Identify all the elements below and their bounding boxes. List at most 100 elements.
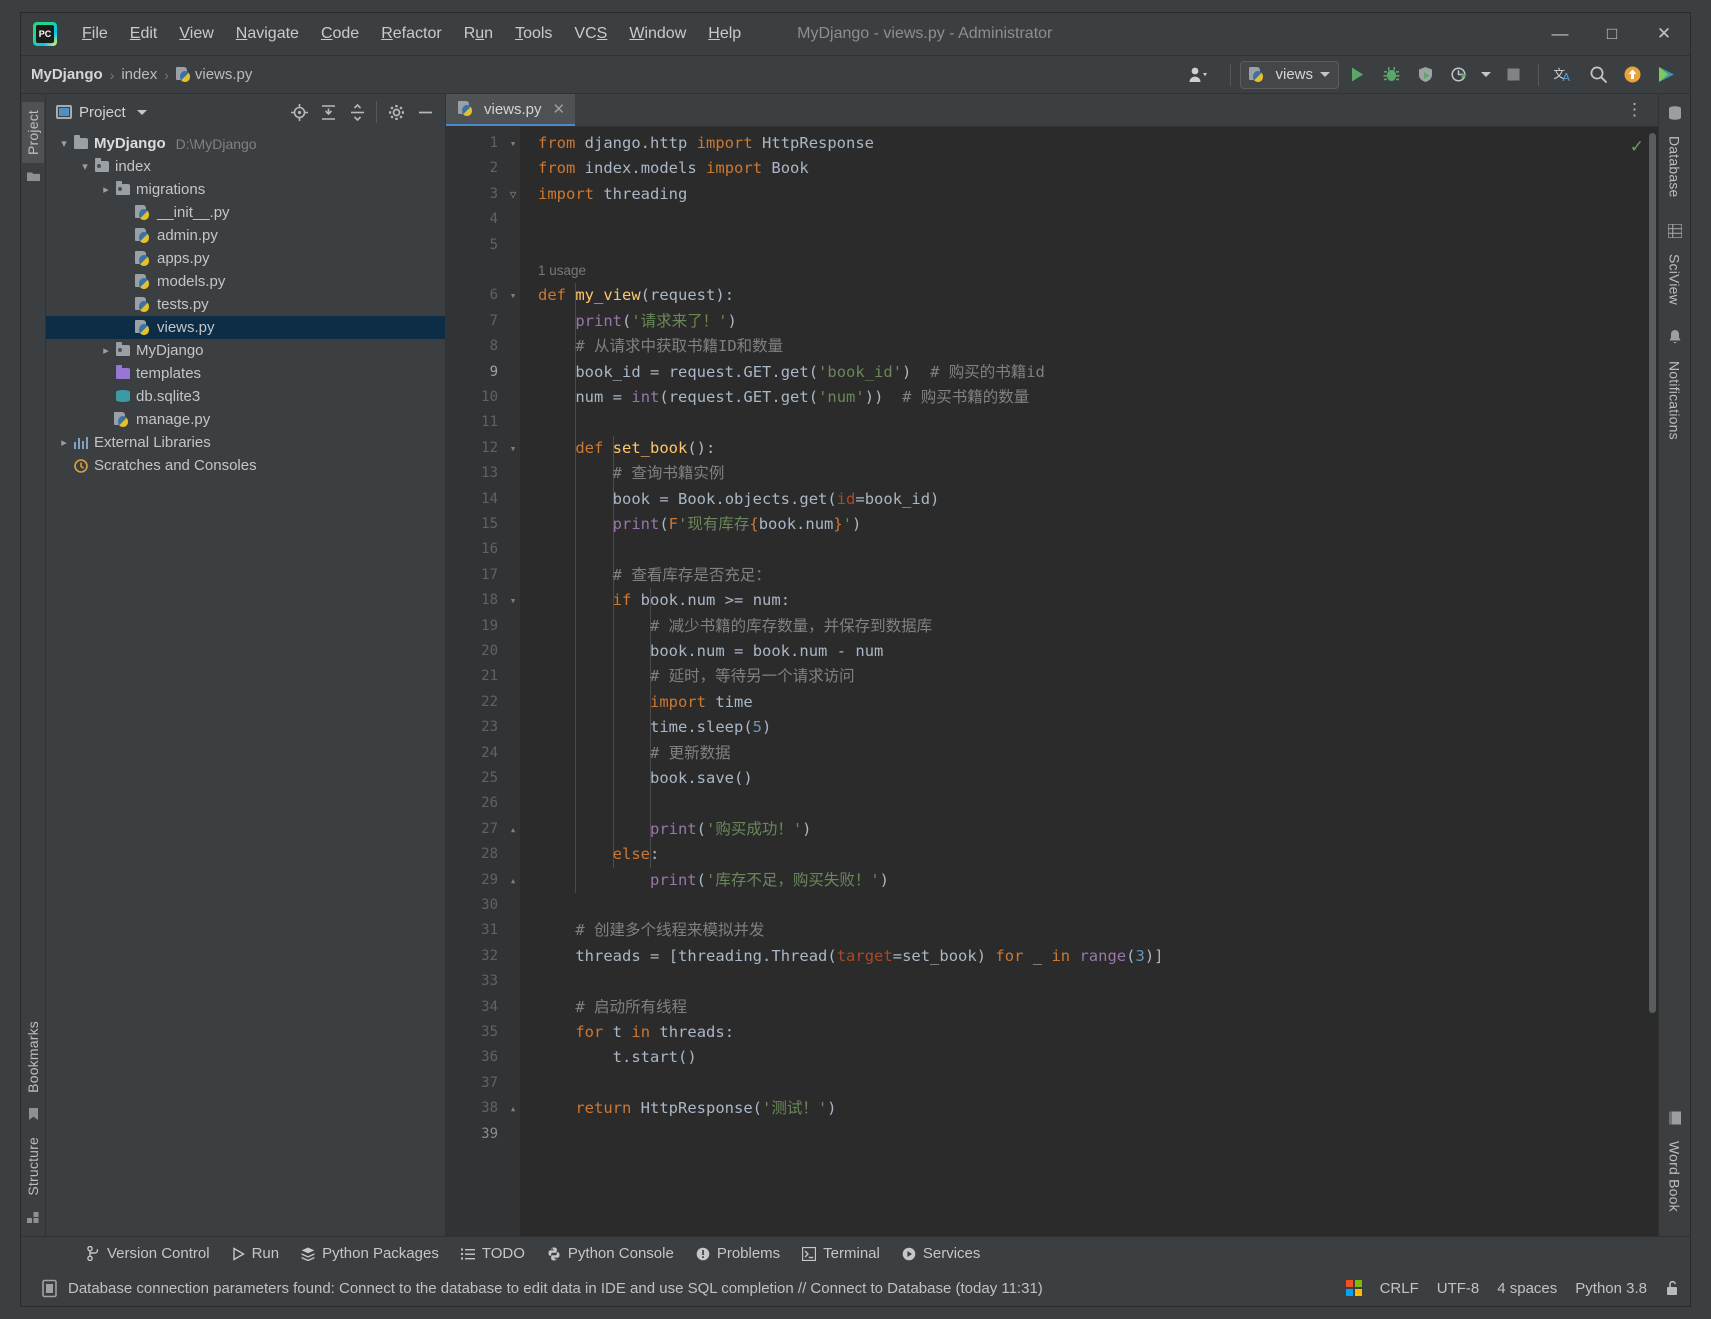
inspection-status-icon[interactable]: ✓: [1630, 137, 1644, 157]
project-panel-tools: [285, 99, 439, 125]
tree-item-apps-py[interactable]: apps.py: [46, 247, 445, 270]
sidebar-item-structure[interactable]: Structure: [22, 1129, 44, 1204]
sciview-icon[interactable]: [1667, 223, 1682, 238]
tree-item-migrations[interactable]: ▸ migrations: [46, 178, 445, 201]
collapse-all-button[interactable]: [343, 99, 371, 125]
maximize-button[interactable]: □: [1586, 13, 1638, 55]
tree-expander-icon[interactable]: ▾: [77, 160, 93, 173]
tree-item-db-sqlite3[interactable]: db.sqlite3: [46, 385, 445, 408]
tool-window-bar[interactable]: Version Control Run Python Packages TODO Pyt…: [21, 1236, 1690, 1270]
tree-item-manage-py[interactable]: manage.py: [46, 408, 445, 431]
sidebar-item-notifications[interactable]: Notifications: [1664, 353, 1686, 448]
menu-tools[interactable]: Tools: [504, 21, 563, 47]
tree-item-mydjango[interactable]: ▾ MyDjango D:\MyDjango: [46, 132, 445, 155]
code-scroll-area[interactable]: 1 ▾ from django.http import HttpResponse 2 f…: [446, 127, 1658, 1236]
indent-label[interactable]: 4 spaces: [1497, 1280, 1557, 1297]
tree-item-mydjango[interactable]: ▸ MyDjango: [46, 339, 445, 362]
close-button[interactable]: ✕: [1638, 13, 1690, 55]
database-notification-icon[interactable]: [41, 1279, 58, 1298]
tree-item-templates[interactable]: templates: [46, 362, 445, 385]
run-with-coverage-button[interactable]: [1409, 60, 1441, 90]
account-button[interactable]: [1177, 60, 1221, 90]
debug-button[interactable]: [1375, 60, 1407, 90]
database-icon: [114, 390, 132, 403]
tree-item-scratches-and-consoles[interactable]: Scratches and Consoles: [46, 454, 445, 477]
tab-views-py[interactable]: views.py ✕: [446, 94, 576, 126]
sidebar-item-database[interactable]: Database: [1664, 128, 1686, 206]
tool-window-terminal[interactable]: Terminal: [792, 1241, 890, 1266]
word-book-icon[interactable]: [1668, 1111, 1682, 1125]
tree-item-admin-py[interactable]: admin.py: [46, 224, 445, 247]
menu-navigate[interactable]: Navigate: [225, 21, 310, 47]
folder-module-icon: [114, 342, 132, 356]
sidebar-item-bookmarks[interactable]: Bookmarks: [22, 1013, 44, 1101]
line-separator-label[interactable]: CRLF: [1380, 1280, 1419, 1297]
tool-window-run[interactable]: Run: [222, 1241, 290, 1266]
vertical-scrollbar[interactable]: [1649, 133, 1656, 1013]
tool-window-python-packages[interactable]: Python Packages: [291, 1241, 449, 1266]
menu-run[interactable]: Run: [453, 21, 504, 47]
tree-expander-icon[interactable]: ▸: [98, 183, 114, 196]
tree-expander-icon[interactable]: ▸: [56, 436, 72, 449]
branch-icon: [87, 1246, 100, 1261]
share-icon[interactable]: [1650, 60, 1682, 90]
hide-panel-button[interactable]: [411, 99, 439, 125]
interpreter-label[interactable]: Python 3.8: [1575, 1280, 1647, 1297]
sidebar-item-word-book[interactable]: Word Book: [1664, 1133, 1686, 1220]
stop-button[interactable]: [1497, 60, 1529, 90]
tree-item-views-py[interactable]: views.py: [46, 316, 445, 339]
update-project-icon[interactable]: [1616, 60, 1648, 90]
more-options-icon[interactable]: ⋮: [1618, 100, 1652, 120]
structure-icon[interactable]: [27, 1212, 39, 1224]
breadcrumb-index[interactable]: index: [121, 66, 157, 83]
menu-view[interactable]: View: [168, 21, 224, 47]
gear-icon[interactable]: [382, 99, 410, 125]
sidebar-item-project[interactable]: Project: [22, 102, 44, 163]
status-message[interactable]: Database connection parameters found: Co…: [68, 1280, 1043, 1297]
menu-help[interactable]: Help: [697, 21, 752, 47]
database-icon[interactable]: [1668, 106, 1682, 120]
expand-all-button[interactable]: [314, 99, 342, 125]
project-tree[interactable]: ▾ MyDjango D:\MyDjango ▾ index ▸ migrations __i…: [46, 130, 445, 1236]
encoding-label[interactable]: UTF-8: [1437, 1280, 1480, 1297]
breadcrumb-project[interactable]: MyDjango: [31, 66, 103, 83]
chevron-down-icon[interactable]: [136, 109, 147, 115]
profile-dropdown-button[interactable]: [1477, 60, 1495, 90]
tool-window-services[interactable]: Services: [892, 1241, 991, 1266]
tree-item-tests-py[interactable]: tests.py: [46, 293, 445, 316]
tool-window-problems[interactable]: Problems: [686, 1241, 790, 1266]
profile-button[interactable]: [1443, 60, 1475, 90]
run-button[interactable]: [1341, 60, 1373, 90]
menu-refactor[interactable]: Refactor: [370, 21, 452, 47]
toolbar-divider: [1538, 63, 1539, 86]
tree-item-external-libraries[interactable]: ▸ External Libraries: [46, 431, 445, 454]
breadcrumb-file[interactable]: views.py: [175, 66, 252, 83]
menu-code[interactable]: Code: [310, 21, 370, 47]
tool-window-todo[interactable]: TODO: [451, 1241, 535, 1266]
search-icon[interactable]: [1582, 60, 1614, 90]
menu-edit[interactable]: Edit: [119, 21, 169, 47]
tree-item--init-py[interactable]: __init__.py: [46, 201, 445, 224]
tree-item-models-py[interactable]: models.py: [46, 270, 445, 293]
unlocked-icon[interactable]: [1665, 1280, 1680, 1297]
close-icon[interactable]: ✕: [553, 100, 566, 118]
select-opened-file-button[interactable]: [285, 99, 313, 125]
code-editor[interactable]: 1 ▾ from django.http import HttpResponse 2 f…: [446, 127, 1658, 1236]
menu-window[interactable]: Window: [618, 21, 697, 47]
menu-file[interactable]: File: [71, 21, 119, 47]
translate-icon[interactable]: 文A: [1548, 60, 1580, 90]
tool-window-version-control[interactable]: Version Control: [77, 1241, 220, 1266]
source-code[interactable]: 1 ▾ from django.http import HttpResponse 2 f…: [446, 127, 1658, 1147]
minimize-button[interactable]: —: [1534, 13, 1586, 55]
bookmark-icon[interactable]: [28, 1108, 39, 1121]
tool-window-python-console[interactable]: Python Console: [537, 1241, 684, 1266]
commit-icon[interactable]: [26, 171, 40, 182]
menu-vcs[interactable]: VCS: [563, 21, 618, 47]
menu-bar[interactable]: File Edit View Navigate Code Refactor Ru…: [71, 21, 752, 47]
tree-expander-icon[interactable]: ▸: [98, 344, 114, 357]
sidebar-item-sciview[interactable]: SciView: [1664, 246, 1686, 313]
notifications-icon[interactable]: [1668, 330, 1682, 345]
tree-expander-icon[interactable]: ▾: [56, 137, 72, 150]
tree-item-index[interactable]: ▾ index: [46, 155, 445, 178]
run-configuration-selector[interactable]: views: [1240, 60, 1339, 89]
